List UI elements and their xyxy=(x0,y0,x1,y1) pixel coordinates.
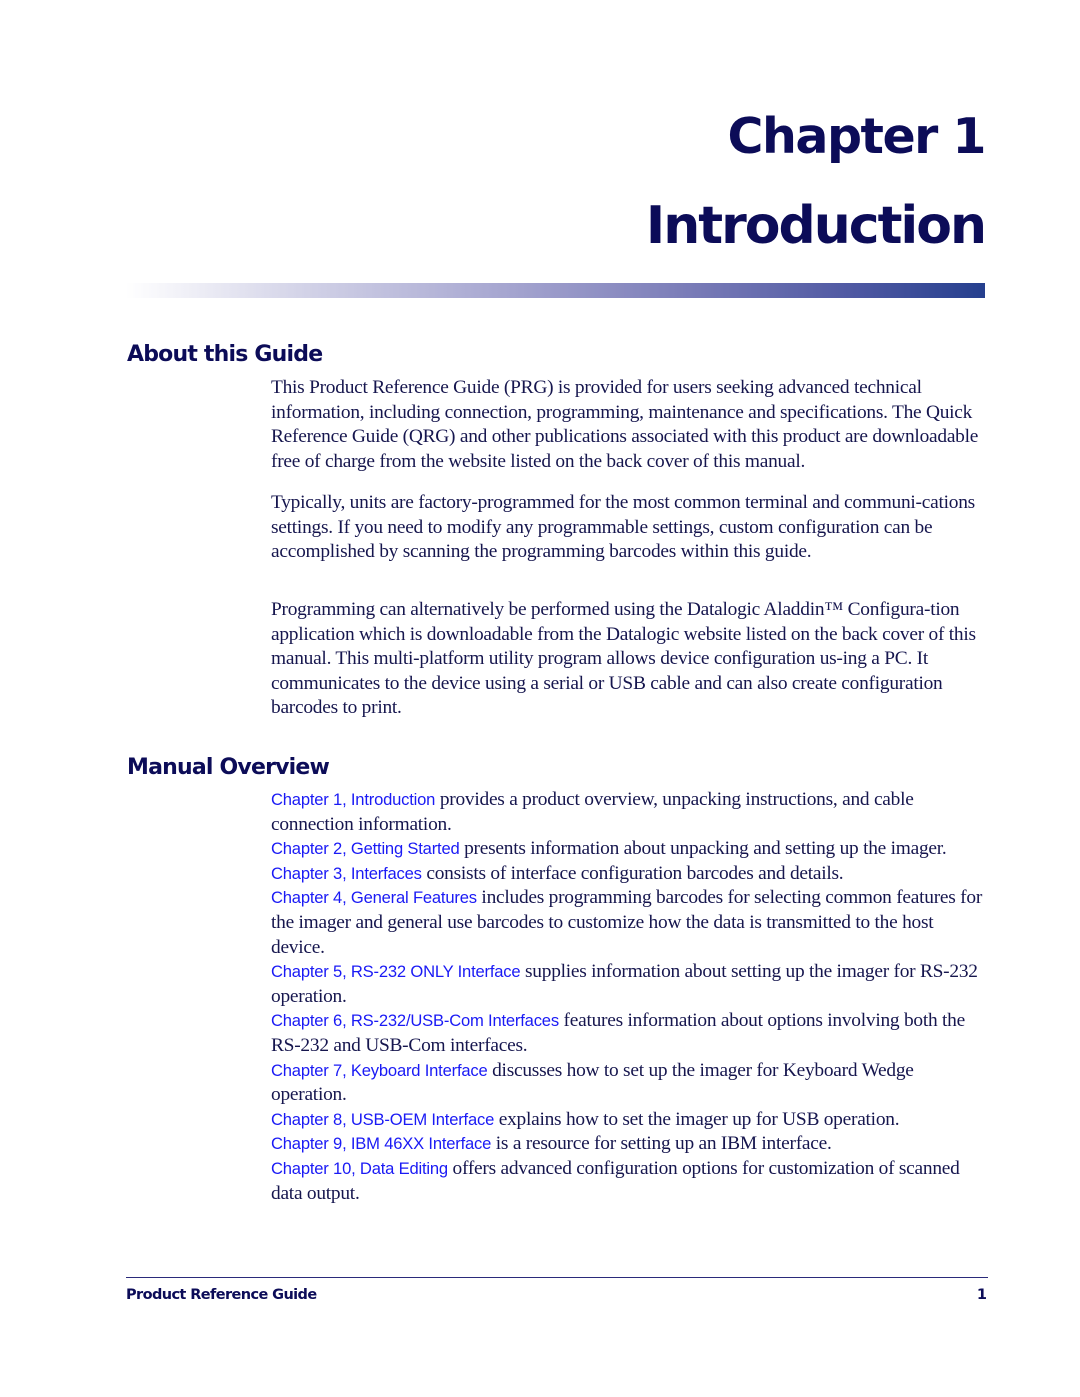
chapter-link[interactable]: Chapter 4, General Features xyxy=(271,888,477,907)
list-item: Chapter 9, IBM 46XX Interface is a resou… xyxy=(271,1132,985,1157)
footer-divider xyxy=(126,1277,988,1278)
list-item: Chapter 6, RS-232/USB-Com Interfaces fea… xyxy=(271,1009,985,1058)
about-paragraph: Programming can alternatively be perform… xyxy=(271,599,976,719)
document-page: Chapter 1 Introduction About this Guide … xyxy=(0,0,1080,1397)
footer-title: Product Reference Guide xyxy=(126,1287,317,1303)
chapter-link[interactable]: Chapter 9, IBM 46XX Interface xyxy=(271,1134,491,1153)
list-item: Chapter 7, Keyboard Interface discusses … xyxy=(271,1059,985,1108)
list-item: Chapter 10, Data Editing offers advanced… xyxy=(271,1157,985,1206)
chapter-label: Chapter 1 xyxy=(727,108,987,165)
chapter-title: Introduction xyxy=(645,196,987,256)
chapter-link[interactable]: Chapter 3, Interfaces xyxy=(271,864,422,883)
about-paragraph: Typically, units are factory-programmed … xyxy=(271,492,975,563)
chapter-overview-list: Chapter 1, Introduction provides a produ… xyxy=(271,788,985,1206)
chapter-link[interactable]: Chapter 6, RS-232/USB-Com Interfaces xyxy=(271,1011,559,1030)
section-heading-overview: Manual Overview xyxy=(127,755,330,780)
chapter-link[interactable]: Chapter 1, Introduction xyxy=(271,790,435,809)
section-heading-about: About this Guide xyxy=(127,342,323,367)
chapter-description: is a resource for setting up an IBM inte… xyxy=(491,1133,832,1155)
list-item: Chapter 5, RS-232 ONLY Interface supplie… xyxy=(271,960,985,1009)
list-item: Chapter 3, Interfaces consists of interf… xyxy=(271,862,985,887)
list-item: Chapter 8, USB-OEM Interface explains ho… xyxy=(271,1108,985,1133)
chapter-link[interactable]: Chapter 2, Getting Started xyxy=(271,839,460,858)
about-paragraph: This Product Reference Guide (PRG) is pr… xyxy=(271,377,979,472)
chapter-description: explains how to set the imager up for US… xyxy=(494,1108,900,1130)
list-item: Chapter 1, Introduction provides a produ… xyxy=(271,788,985,837)
chapter-description: consists of interface configuration barc… xyxy=(421,862,844,884)
chapter-link[interactable]: Chapter 10, Data Editing xyxy=(271,1159,448,1178)
page-number: 1 xyxy=(976,1287,987,1303)
chapter-link[interactable]: Chapter 8, USB-OEM Interface xyxy=(271,1110,494,1129)
chapter-link[interactable]: Chapter 7, Keyboard Interface xyxy=(271,1061,488,1080)
chapter-link[interactable]: Chapter 5, RS-232 ONLY Interface xyxy=(271,962,521,981)
list-item: Chapter 4, General Features includes pro… xyxy=(271,886,985,960)
list-item: Chapter 2, Getting Started presents info… xyxy=(271,837,985,862)
chapter-description: presents information about unpacking and… xyxy=(459,838,947,860)
title-divider-bar xyxy=(126,283,985,298)
